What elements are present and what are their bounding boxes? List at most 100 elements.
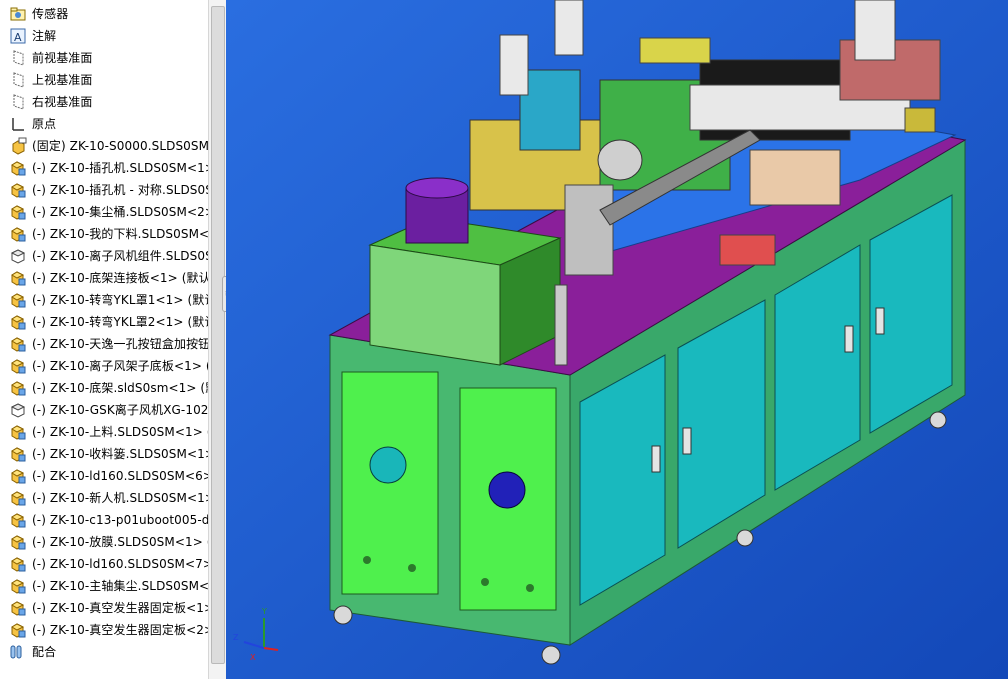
tree-item-label: (-) ZK-10-ld160.SLDS0SM<7>	[32, 557, 208, 571]
tree-item[interactable]: 右视基准面	[0, 91, 208, 113]
tree-item-label: (-) ZK-10-上料.SLDS0SM<1> (默	[32, 425, 208, 439]
tree-item[interactable]: (固定) ZK-10-S0000.SLDS0SM<	[0, 135, 208, 157]
tree-item[interactable]: (-) ZK-10-离子风架子底板<1> (	[0, 355, 208, 377]
tree-item[interactable]: (-) ZK-10-集尘桶.SLDS0SM<2>	[0, 201, 208, 223]
plane-icon	[9, 49, 27, 67]
tree-item-label: 上视基准面	[32, 73, 93, 87]
tree-item-label: (固定) ZK-10-S0000.SLDS0SM<	[32, 139, 208, 153]
tree-item[interactable]: 原点	[0, 113, 208, 135]
feature-tree-scrollbar[interactable]	[208, 0, 226, 679]
tree-item-label: (-) ZK-10-离子风架子底板<1> (	[32, 359, 208, 373]
tree-item[interactable]: (-) ZK-10-放膜.SLDS0SM<1> (默	[0, 531, 208, 553]
tree-item[interactable]: (-) ZK-10-天逸一孔按钮盒加按钮	[0, 333, 208, 355]
tree-item-label: (-) ZK-10-主轴集尘.SLDS0SM<1	[32, 579, 208, 593]
mechanism-block	[904, 107, 936, 133]
tree-item[interactable]: (-) ZK-10-转弯YKL罩1<1> (默认	[0, 289, 208, 311]
tree-item-label: (-) ZK-10-插孔机 - 对称.SLDS0S	[32, 183, 208, 197]
assembly-icon	[9, 467, 27, 485]
green-box-front	[369, 244, 501, 366]
mechanism-block	[719, 234, 776, 266]
tree-item[interactable]: (-) ZK-10-真空发生器固定板<2>	[0, 619, 208, 641]
tree-item[interactable]: (-) ZK-10-GSK离子风机XG-102S	[0, 399, 208, 421]
tree-item[interactable]: (-) ZK-10-真空发生器固定板<1>	[0, 597, 208, 619]
tree-item-label: (-) ZK-10-GSK离子风机XG-102S	[32, 403, 208, 417]
plane-icon	[9, 71, 27, 89]
caster	[736, 529, 754, 547]
tree-item[interactable]: 配合	[0, 641, 208, 663]
support-post	[554, 284, 568, 366]
tree-item[interactable]: (-) ZK-10-离子风机组件.SLDS0S	[0, 245, 208, 267]
door-hole	[363, 556, 371, 564]
mechanism-block	[749, 149, 841, 206]
tree-item[interactable]: 传感器	[0, 3, 208, 25]
triad-z-label: Z	[233, 633, 239, 642]
plane-icon	[9, 93, 27, 111]
assembly-icon	[9, 621, 27, 639]
tree-item[interactable]: (-) ZK-10-插孔机.SLDS0SM<1>	[0, 157, 208, 179]
door-handle	[844, 325, 854, 353]
tree-item-label: (-) ZK-10-离子风机组件.SLDS0S	[32, 249, 208, 263]
part-icon	[9, 401, 27, 419]
tree-item[interactable]: A 注解	[0, 25, 208, 47]
tree-item-label: (-) ZK-10-转弯YKL罩2<1> (默认	[32, 315, 208, 329]
assembly-icon	[9, 533, 27, 551]
assembly-icon	[9, 181, 27, 199]
tree-item[interactable]: (-) ZK-10-我的下料.SLDS0SM<	[0, 223, 208, 245]
origin-icon	[9, 115, 27, 133]
assembly-icon	[9, 269, 27, 287]
tree-item-label: (-) ZK-10-底架连接板<1> (默认	[32, 271, 208, 285]
tree-item[interactable]: 前视基准面	[0, 47, 208, 69]
tree-item[interactable]: (-) ZK-10-收料篓.SLDS0SM<1>	[0, 443, 208, 465]
tree-item[interactable]: (-) ZK-10-主轴集尘.SLDS0SM<1	[0, 575, 208, 597]
purple-barrel-lid	[405, 177, 469, 199]
tree-item[interactable]: (-) ZK-10-插孔机 - 对称.SLDS0S	[0, 179, 208, 201]
tree-item-label: (-) ZK-10-放膜.SLDS0SM<1> (默	[32, 535, 208, 549]
tree-item[interactable]: (-) ZK-10-c13-p01uboot005-d.	[0, 509, 208, 531]
feature-tree: 传感器 A 注解前视基准面上视基准面右视基准面 原点 (固定) ZK-10-S0000.…	[0, 0, 209, 679]
tree-item[interactable]: (-) ZK-10-底架连接板<1> (默认	[0, 267, 208, 289]
assembly-icon	[9, 445, 27, 463]
tree-item-label: (-) ZK-10-收料篓.SLDS0SM<1>	[32, 447, 208, 461]
tree-item-label: 传感器	[32, 7, 69, 21]
assembly-icon	[9, 423, 27, 441]
tree-item-label: (-) ZK-10-我的下料.SLDS0SM<	[32, 227, 208, 241]
mechanism-block	[519, 69, 581, 151]
tree-item-label: 注解	[32, 29, 57, 43]
sensor-folder-icon	[9, 5, 27, 23]
tree-item[interactable]: (-) ZK-10-新人机.SLDS0SM<1>	[0, 487, 208, 509]
mechanism-block	[554, 0, 584, 56]
tree-item[interactable]: (-) ZK-10-上料.SLDS0SM<1> (默	[0, 421, 208, 443]
door-handle	[651, 445, 661, 473]
tree-item-label: (-) ZK-10-真空发生器固定板<1>	[32, 601, 208, 615]
graphics-viewport[interactable]: Y X Z	[226, 0, 1008, 679]
assembly-icon	[9, 203, 27, 221]
assembly-icon	[9, 313, 27, 331]
scrollbar-thumb[interactable]	[211, 6, 225, 664]
assembly-icon	[9, 225, 27, 243]
tree-item[interactable]: (-) ZK-10-ld160.SLDS0SM<7>	[0, 553, 208, 575]
door-port-cyan	[369, 446, 407, 484]
assembly-icon	[9, 489, 27, 507]
tree-item-label: (-) ZK-10-插孔机.SLDS0SM<1>	[32, 161, 208, 175]
door-port-blue	[488, 471, 526, 509]
door-hole	[526, 584, 534, 592]
tree-item-label: (-) ZK-10-ld160.SLDS0SM<6>	[32, 469, 208, 483]
caster	[929, 411, 947, 429]
assembly-icon	[9, 599, 27, 617]
tree-item-label: 前视基准面	[32, 51, 93, 65]
mates-icon	[9, 643, 27, 661]
tree-item-label: 配合	[32, 645, 57, 659]
caster	[541, 645, 561, 665]
tree-item[interactable]: (-) ZK-10-底架.sldS0sm<1> (默	[0, 377, 208, 399]
assembly-icon	[9, 291, 27, 309]
assembly-icon	[9, 159, 27, 177]
tree-item[interactable]: (-) ZK-10-转弯YKL罩2<1> (默认	[0, 311, 208, 333]
tree-item[interactable]: 上视基准面	[0, 69, 208, 91]
door-handle	[682, 427, 692, 455]
caster	[333, 605, 353, 625]
tree-item-label: (-) ZK-10-底架.sldS0sm<1> (默	[32, 381, 208, 395]
tree-item[interactable]: (-) ZK-10-ld160.SLDS0SM<6>	[0, 465, 208, 487]
mechanism-block	[564, 184, 614, 276]
tree-item-label: (-) ZK-10-转弯YKL罩1<1> (默认	[32, 293, 208, 307]
assembly-icon	[9, 577, 27, 595]
